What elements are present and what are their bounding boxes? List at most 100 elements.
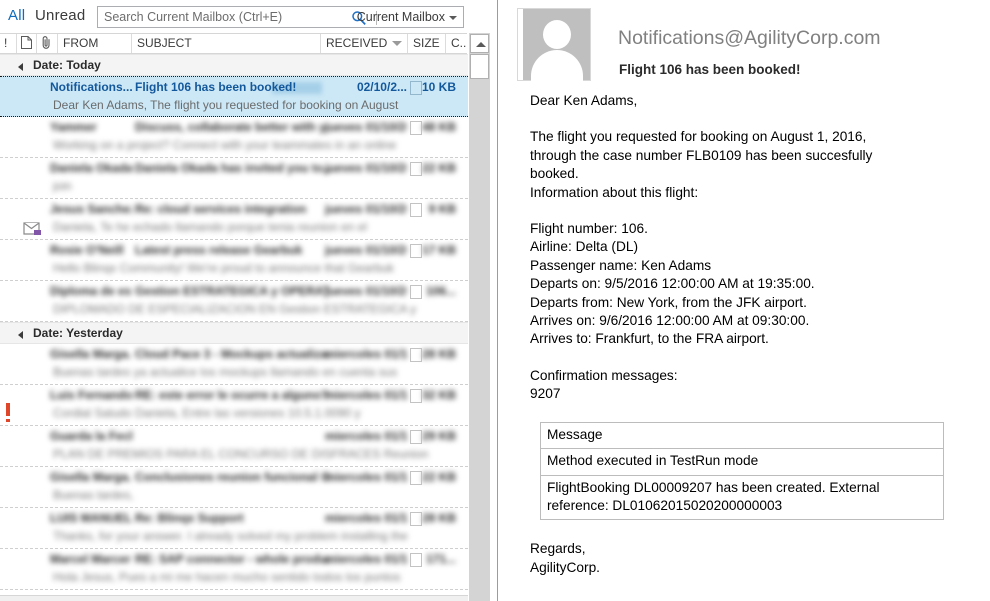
message-primary-line: Gisella Marga... Conclusiones reunion fun…	[50, 470, 462, 487]
message-list[interactable]: Date: Today Notifications... Flight 106 ha…	[0, 54, 468, 595]
follow-up-flag[interactable]	[410, 162, 422, 176]
date-group-label: Date: Yesterday	[33, 326, 123, 340]
message-from: Jesus Sanchez	[50, 202, 132, 216]
message-icon	[3, 394, 27, 422]
column-header-row: ! FROM SUBJECT RECEIVED SIZE C...	[0, 33, 467, 54]
email-body: Dear Ken Adams, The flight you requested…	[530, 92, 970, 577]
message-primary-line: Gisella Marga... Cloud Pace 3 - Mockups a…	[50, 347, 462, 364]
sort-descending-icon	[392, 41, 402, 46]
date-group-label: Date: Today	[33, 58, 101, 72]
message-subject: Re: cloud services integration	[135, 202, 307, 216]
column-header-size[interactable]: SIZE	[407, 34, 445, 53]
message-list-item[interactable]: Guarda la Fecha FIESTA ANO 2014 miercoles…	[0, 426, 468, 467]
follow-up-flag[interactable]	[410, 348, 422, 362]
message-received: miercoles 01/10...	[325, 429, 407, 443]
column-header-importance[interactable]: !	[0, 34, 16, 53]
follow-up-flag[interactable]	[410, 389, 422, 403]
follow-up-flag[interactable]	[410, 121, 422, 135]
filter-all-button[interactable]: All	[8, 5, 25, 27]
search-input[interactable]: Search Current Mailbox (Ctrl+E) Current …	[97, 6, 464, 28]
message-list-item[interactable]: Gisella Marga... Cloud Pace 3 - Mockups a…	[0, 344, 468, 385]
follow-up-flag[interactable]	[410, 285, 422, 299]
chevron-down-icon[interactable]	[449, 16, 457, 20]
column-header-categories[interactable]: C...	[445, 34, 467, 53]
message-list-item[interactable]: Yammer Discuss, collaborate better with y…	[0, 117, 468, 158]
message-preview: Thanks, for your answer. I already solve…	[53, 529, 408, 543]
scroll-up-button[interactable]	[470, 34, 489, 53]
follow-up-flag[interactable]	[410, 430, 422, 444]
body-confirmation-number: 9207	[530, 386, 561, 402]
message-from: Yammer	[50, 120, 97, 134]
message-list-bottom-strip	[0, 595, 468, 601]
message-list-item[interactable]: Diploma de es...Gestion ESTRATEGICA y OP…	[0, 281, 468, 322]
message-table-cell: Method executed in TestRun mode	[540, 449, 944, 476]
column-header-subject[interactable]: SUBJECT	[131, 34, 320, 53]
follow-up-flag[interactable]	[410, 81, 422, 95]
message-subject: Flight 106 has been booked!	[135, 80, 297, 94]
message-list-item[interactable]: Rosie O'Neill Latest press release Gearbu…	[0, 240, 468, 281]
table-row: FlightBooking DL00009207 has been create…	[540, 475, 944, 521]
message-subject: RE: este error le ocurre a alguno?	[135, 388, 329, 402]
follow-up-flag[interactable]	[410, 244, 422, 258]
message-preview: Daniela, Te he echado llamando porque te…	[53, 220, 368, 234]
message-preview: join	[53, 179, 72, 193]
message-received: jueves 01/10/20...	[325, 284, 407, 298]
message-from: Gisella Marga...	[50, 347, 132, 361]
message-from: Daniela Okada	[50, 161, 132, 175]
reading-pane: Notifications@AgilityCorp.com Flight 106…	[500, 0, 990, 601]
filter-unread-button[interactable]: Unread	[35, 5, 85, 27]
message-list-scrollbar[interactable]	[468, 33, 490, 601]
message-subject: Discuss, collaborate better with y...	[135, 120, 329, 134]
message-primary-line: Luis Fernando...RE: este error le ocurre…	[50, 388, 462, 405]
message-preview: Buenas tardes ya actualice los mockups l…	[53, 365, 398, 379]
follow-up-flag[interactable]	[410, 203, 422, 217]
scrollbar-thumb[interactable]	[470, 54, 489, 79]
message-table: Message Method executed in TestRun mode …	[540, 421, 944, 521]
message-list-item[interactable]: Jesus Sanchez Re: cloud services integrat…	[0, 199, 468, 240]
message-from: Luis Fernando...	[50, 388, 132, 402]
message-from: Guarda la Fecha FIESTA ANO 2014	[50, 429, 132, 443]
date-group-header[interactable]: Date: Today	[0, 54, 468, 76]
message-received: miercoles 01/10...	[325, 470, 407, 484]
collapse-caret-icon[interactable]	[18, 63, 23, 71]
filter-and-search-bar: All Unread Search Current Mailbox (Ctrl+…	[0, 0, 490, 33]
message-list-item[interactable]: Gisella Marga... Conclusiones reunion fun…	[0, 467, 468, 508]
message-list-item[interactable]: Notifications... Flight 106 has been book…	[0, 76, 468, 117]
follow-up-flag[interactable]	[410, 471, 422, 485]
pane-splitter[interactable]	[497, 0, 498, 601]
message-primary-line: Notifications... Flight 106 has been book…	[50, 80, 462, 97]
date-group-header[interactable]: Date: Yesterday	[0, 322, 468, 344]
column-header-received[interactable]: RECEIVED	[320, 34, 407, 53]
message-from: Gisella Marga...	[50, 470, 132, 484]
message-primary-line: Diploma de es...Gestion ESTRATEGICA y OP…	[50, 284, 462, 301]
message-from: Diploma de es...	[50, 284, 132, 298]
search-scope-label[interactable]: Current Mailbox	[357, 10, 445, 24]
search-placeholder-text: Search Current Mailbox (Ctrl+E)	[104, 10, 283, 24]
follow-up-flag[interactable]	[410, 553, 422, 567]
column-header-attachment[interactable]	[36, 34, 57, 53]
body-flight-details: Flight number: 106. Airline: Delta (DL) …	[530, 221, 815, 347]
message-subject: Conclusiones reunion funcional C...	[135, 470, 329, 484]
avatar-body-shape	[530, 50, 583, 82]
message-primary-line: Jesus Sanchez Re: cloud services integrat…	[50, 202, 462, 219]
message-subject: Cloud Pace 3 - Mockups actualiza...	[135, 347, 329, 361]
chevron-up-icon	[476, 42, 486, 47]
column-header-received-label: RECEIVED	[326, 36, 388, 50]
message-subject: Latest press release Gearbuk	[135, 243, 303, 257]
message-preview: Hello Blinqx Community! We're proud to a…	[53, 261, 394, 275]
sender-email-address[interactable]: Notifications@AgilityCorp.com	[618, 27, 881, 50]
message-list-item[interactable]: Marcel Marcer RE: SAP connector - whole p…	[0, 549, 468, 590]
collapse-caret-icon[interactable]	[18, 331, 23, 339]
message-list-pane: All Unread Search Current Mailbox (Ctrl+…	[0, 0, 490, 601]
message-received: jueves 01/10/20...	[325, 243, 407, 257]
message-preview: Working on a project? Connect with your …	[53, 138, 397, 152]
column-header-from[interactable]: FROM	[57, 34, 131, 53]
column-header-document[interactable]	[16, 34, 36, 53]
follow-up-flag[interactable]	[410, 512, 422, 526]
message-table-header-cell: Message	[540, 421, 944, 450]
message-list-item[interactable]: Daniela Okada Daniela Okada has invited y…	[0, 158, 468, 199]
message-primary-line: Yammer Discuss, collaborate better with y…	[50, 120, 462, 137]
message-received: miercoles 01/10...	[325, 552, 407, 566]
message-list-item[interactable]: Luis Fernando...RE: este error le ocurre…	[0, 385, 468, 426]
message-list-item[interactable]: LUIS MANUEL ...Re: Blinqx Support miercol…	[0, 508, 468, 549]
